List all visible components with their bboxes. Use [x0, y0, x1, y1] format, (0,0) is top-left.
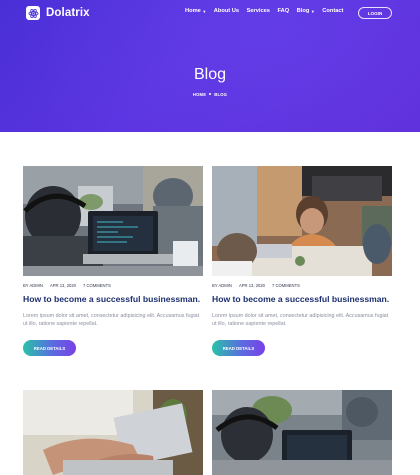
nav-item-services[interactable]: Services: [247, 8, 270, 14]
caret-down-icon: ▼: [202, 8, 207, 14]
blog-card: [23, 390, 203, 475]
blog-card: BY ADMIN APR 13, 2020 7 COMMENTS How to …: [23, 166, 203, 366]
brand-name: Dolatrix: [46, 7, 90, 19]
post-image[interactable]: [212, 390, 392, 475]
nav-item-label: About Us: [213, 8, 240, 14]
post-comments[interactable]: 7 COMMENTS: [272, 283, 300, 288]
breadcrumb: HOME BLOG: [0, 92, 420, 97]
post-title[interactable]: How to become a successful businessman.: [23, 294, 213, 304]
blog-card: [212, 390, 392, 475]
post-excerpt: Lorem ipsum dolor sit amet, consectetur …: [23, 313, 200, 327]
nav-item-home[interactable]: Home ▼: [185, 8, 206, 14]
breadcrumb-current: BLOG: [214, 92, 228, 97]
post-image[interactable]: [23, 166, 203, 276]
post-meta: BY ADMIN APR 13, 2020 7 COMMENTS: [212, 283, 300, 288]
post-image[interactable]: [23, 390, 203, 475]
post-image[interactable]: [212, 166, 392, 276]
login-button[interactable]: LOGIN: [358, 7, 392, 19]
nav-item-label: Home: [185, 8, 201, 14]
post-comments[interactable]: 7 COMMENTS: [83, 283, 111, 288]
blog-card: BY ADMIN APR 13, 2020 7 COMMENTS How to …: [212, 166, 392, 366]
nav-item-about[interactable]: About Us: [214, 8, 239, 14]
nav-item-contact[interactable]: Contact: [322, 8, 343, 14]
post-meta: BY ADMIN APR 13, 2020 7 COMMENTS: [23, 283, 111, 288]
hero-banner: Dolatrix Home ▼ About Us Services FAQ Bl…: [0, 0, 420, 132]
post-author[interactable]: BY ADMIN: [212, 283, 232, 288]
post-title[interactable]: How to become a successful businessman.: [212, 294, 402, 304]
post-excerpt: Lorem ipsum dolor sit amet, consectetur …: [212, 313, 389, 327]
atom-icon: [26, 6, 40, 20]
breadcrumb-separator: [209, 93, 212, 95]
page-title: Blog: [193, 66, 227, 83]
nav-item-faq[interactable]: FAQ: [277, 8, 289, 14]
caret-down-icon: ▼: [310, 8, 315, 14]
nav-item-label: Contact: [322, 8, 344, 14]
nav-item-label: Blog: [296, 8, 310, 14]
read-details-button[interactable]: READ DETAILS: [23, 340, 76, 356]
main-nav: Home ▼ About Us Services FAQ Blog ▼ Cont…: [185, 8, 343, 14]
read-details-button[interactable]: READ DETAILS: [212, 340, 265, 356]
nav-item-label: FAQ: [277, 8, 290, 14]
nav-item-label: Services: [246, 8, 270, 14]
brand-logo[interactable]: Dolatrix: [26, 6, 90, 20]
post-date: APR 13, 2020: [238, 283, 266, 288]
post-date: APR 13, 2020: [49, 283, 77, 288]
nav-item-blog[interactable]: Blog ▼: [297, 8, 315, 14]
breadcrumb-home[interactable]: HOME: [193, 92, 206, 97]
post-author[interactable]: BY ADMIN: [23, 283, 43, 288]
